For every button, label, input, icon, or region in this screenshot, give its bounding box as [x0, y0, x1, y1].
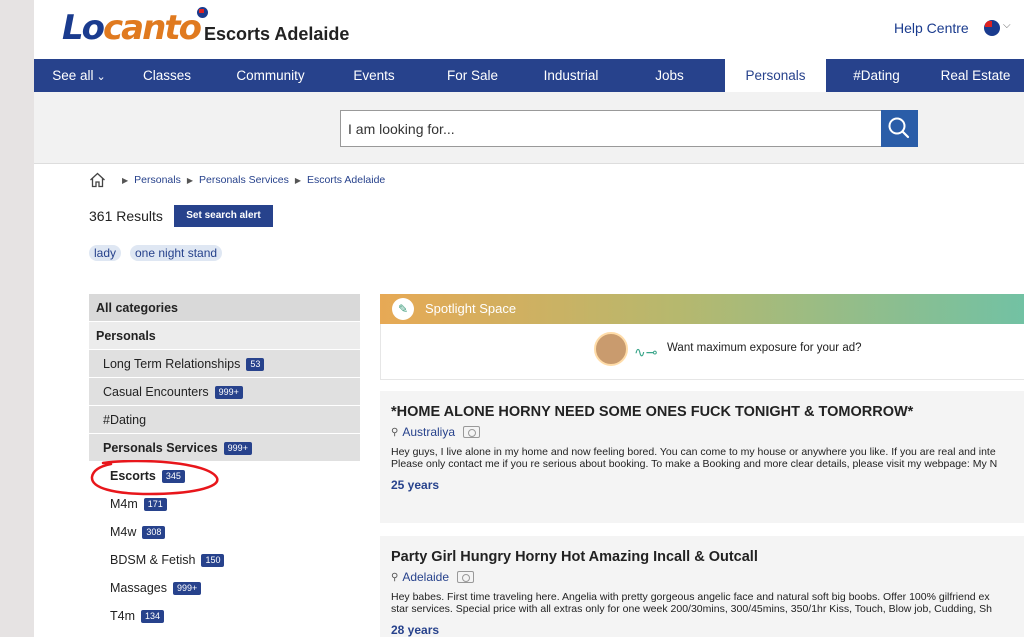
listing-age: 28 years	[391, 623, 440, 637]
count-badge: 345	[161, 470, 185, 484]
search-icon	[888, 117, 910, 139]
nav-real-estate[interactable]: Real Estate	[927, 59, 1024, 92]
results-count: 361 Results	[89, 208, 163, 224]
category-casual-encounters[interactable]: Casual Encounters 999+	[89, 378, 360, 406]
spotlight-body[interactable]: ∿⊸ Want maximum exposure for your ad?	[380, 324, 1024, 380]
count-badge: 150	[201, 554, 225, 568]
count-badge: 171	[143, 498, 167, 512]
category-sidebar: All categories Personals Long Term Relat…	[89, 294, 360, 630]
listing-age: 25 years	[391, 478, 440, 492]
category-dating[interactable]: #Dating	[89, 406, 360, 434]
breadcrumb-escorts-adelaide[interactable]: Escorts Adelaide	[307, 174, 385, 186]
spotlight-space: ✎ Spotlight Space ∿⊸ Want maximum exposu…	[380, 294, 1024, 385]
location-pin-icon: ⚲	[391, 426, 399, 438]
home-icon[interactable]	[89, 172, 106, 188]
location-pin-icon: ⚲	[391, 571, 399, 583]
chevron-down-icon[interactable]: ⌵	[1003, 20, 1011, 31]
nav-community[interactable]: Community	[210, 59, 331, 92]
listing-card[interactable]: *HOME ALONE HORNY NEED SOME ONES FUCK TO…	[380, 391, 1024, 523]
nav-jobs[interactable]: Jobs	[614, 59, 725, 92]
breadcrumb-personals-services[interactable]: Personals Services	[199, 174, 289, 186]
camera-icon	[457, 571, 475, 583]
category-m4w[interactable]: M4w 308	[89, 518, 360, 546]
help-centre-link[interactable]: Help Centre	[894, 20, 969, 36]
squiggle-arrow-icon: ∿⊸	[634, 344, 658, 360]
listing-location: ⚲ Adelaide	[391, 570, 1024, 584]
listing-card[interactable]: Party Girl Hungry Horny Hot Amazing Inca…	[380, 536, 1024, 637]
country-flag-icon[interactable]	[984, 20, 1000, 36]
count-badge: 134	[141, 610, 165, 624]
search-band	[34, 92, 1024, 164]
page: Locanto Escorts Adelaide Help Centre ⌵ S…	[34, 0, 1024, 637]
tag-chip-one-night-stand[interactable]: one night stand	[130, 245, 223, 261]
listing-title[interactable]: *HOME ALONE HORNY NEED SOME ONES FUCK TO…	[391, 404, 1024, 420]
category-massages[interactable]: Massages 999+	[89, 574, 360, 602]
count-badge: 999+	[223, 442, 252, 456]
category-long-term-relationships[interactable]: Long Term Relationships 53	[89, 350, 360, 378]
nav-industrial[interactable]: Industrial	[528, 59, 614, 92]
count-badge: 53	[246, 358, 265, 372]
breadcrumb-separator-icon: ▶	[122, 175, 129, 185]
nav-dating[interactable]: #Dating	[826, 59, 927, 92]
category-escorts[interactable]: Escorts 345	[89, 462, 360, 490]
nav-events[interactable]: Events	[331, 59, 417, 92]
nav-personals[interactable]: Personals	[725, 59, 826, 92]
search-input[interactable]	[340, 110, 882, 147]
count-badge: 999+	[214, 386, 243, 400]
breadcrumb-personals[interactable]: Personals	[134, 174, 181, 186]
tag-chip-lady[interactable]: lady	[89, 245, 122, 261]
australia-flag-icon	[196, 6, 209, 19]
count-badge: 308	[142, 526, 166, 540]
all-categories-link[interactable]: All categories	[89, 294, 360, 322]
breadcrumb-separator-icon: ▶	[186, 175, 194, 185]
listing-location: ⚲ Australiya	[391, 425, 1024, 439]
category-bdsm-fetish[interactable]: BDSM & Fetish 150	[89, 546, 360, 574]
search-button[interactable]	[881, 110, 918, 147]
listing-title[interactable]: Party Girl Hungry Horny Hot Amazing Inca…	[391, 549, 1024, 565]
breadcrumb: ▶ Personals ▶ Personals Services ▶ Escor…	[89, 172, 385, 188]
spotlight-title: Spotlight Space	[425, 301, 517, 316]
locanto-logo[interactable]: Locanto	[62, 8, 202, 48]
listing-description: Hey guys, I live alone in my home and no…	[391, 446, 998, 470]
category-personals[interactable]: Personals	[89, 322, 360, 350]
chevron-down-icon: ⌄	[93, 71, 106, 83]
spotlight-promo-text[interactable]: Want maximum exposure for your ad?	[667, 342, 862, 354]
nav-for-sale[interactable]: For Sale	[417, 59, 528, 92]
set-search-alert-button[interactable]: Set search alert	[174, 205, 273, 227]
camera-icon	[463, 426, 481, 438]
nav-see-all[interactable]: See all ⌄	[34, 59, 124, 92]
header: Locanto Escorts Adelaide Help Centre ⌵	[34, 0, 1024, 59]
site-title: Escorts Adelaide	[204, 24, 350, 44]
category-t4m[interactable]: T4m 134	[89, 602, 360, 630]
category-personals-services[interactable]: Personals Services 999+	[89, 434, 360, 462]
avatar	[594, 332, 628, 366]
main-nav: See all ⌄ Classes Community Events For Sale I…	[34, 59, 1024, 92]
breadcrumb-separator-icon: ▶	[294, 175, 302, 185]
nav-classes[interactable]: Classes	[124, 59, 210, 92]
listing-description: Hey babes. First time traveling here. An…	[391, 591, 992, 615]
spotlight-header: ✎ Spotlight Space	[380, 294, 1024, 324]
category-m4m[interactable]: M4m 171	[89, 490, 360, 518]
count-badge: 999+	[172, 582, 202, 596]
spotlight-icon: ✎	[392, 298, 414, 320]
